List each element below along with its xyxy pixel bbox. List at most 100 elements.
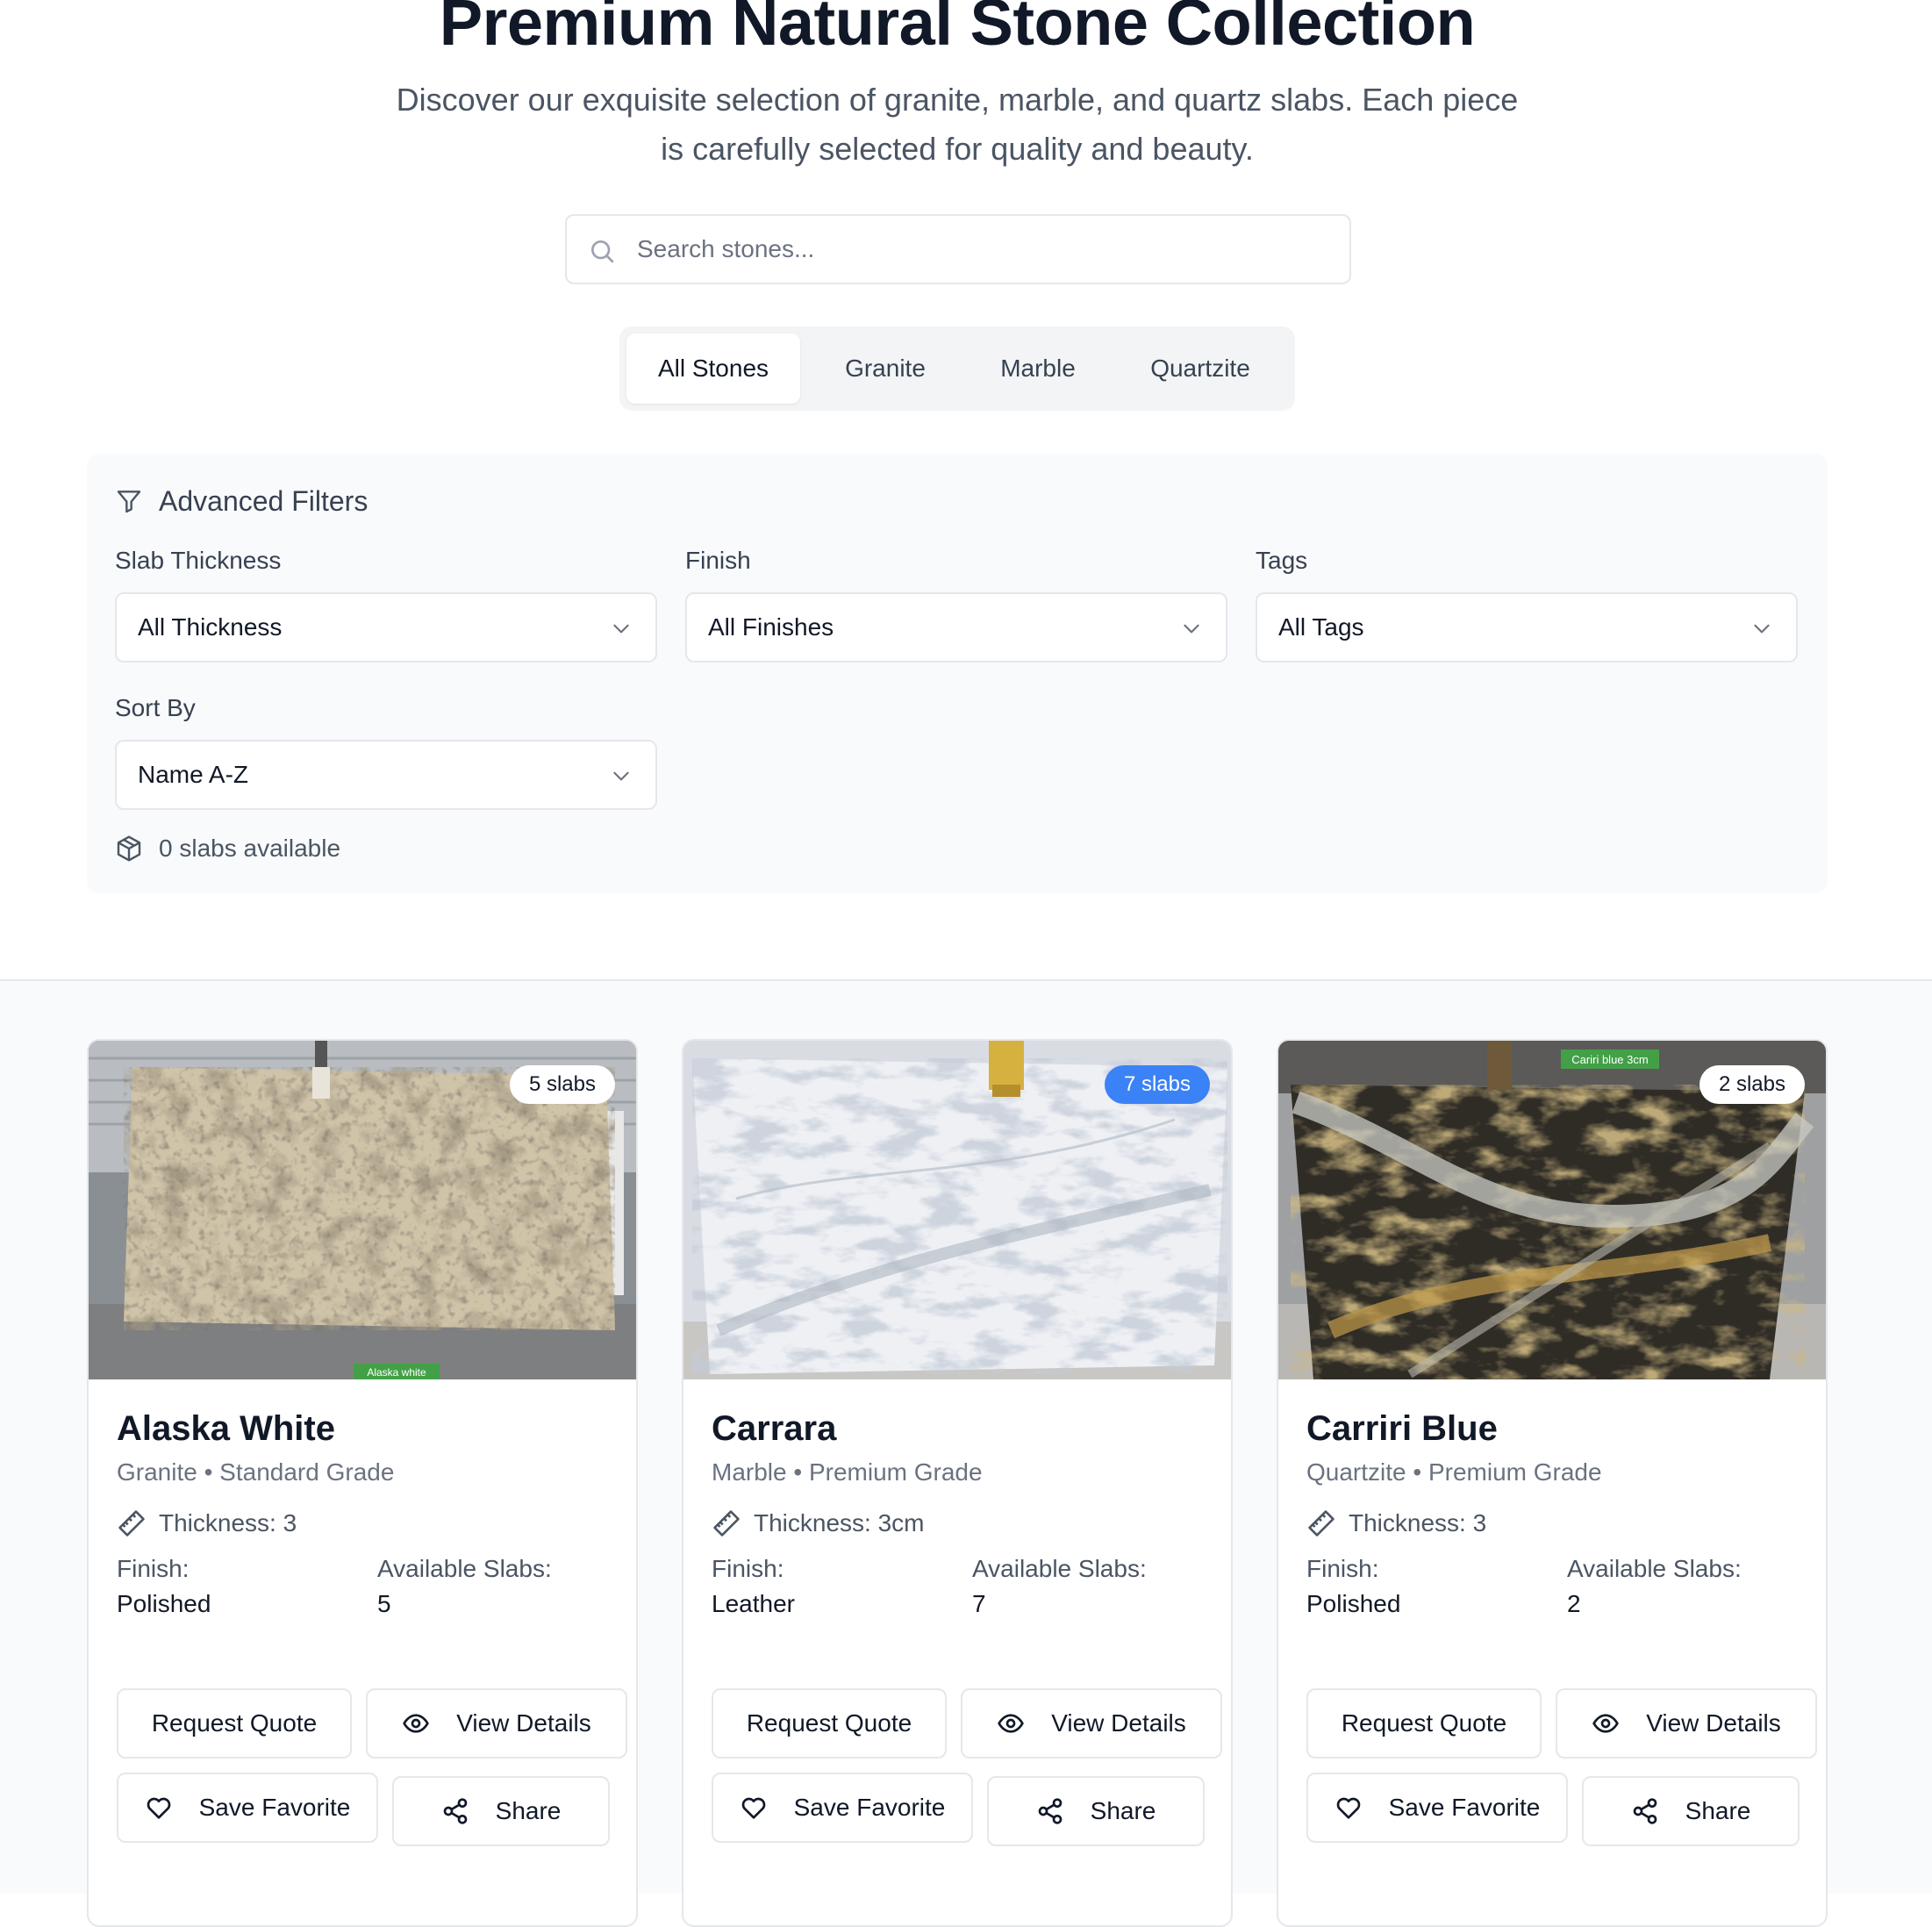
- product-image[interactable]: 7 slabs: [683, 1041, 1231, 1379]
- tab-quartzite[interactable]: Quartzite: [1113, 333, 1288, 404]
- slab-count-badge: 2 slabs: [1699, 1065, 1805, 1104]
- product-thickness: Thickness: 3: [117, 1506, 297, 1541]
- slab-count-text: 0 slabs available: [159, 835, 341, 862]
- save-favorite-label: Save Favorite: [793, 1794, 946, 1821]
- filter-icon: [117, 491, 141, 513]
- tags-value: All Tags: [1278, 613, 1364, 641]
- package-icon: [117, 835, 141, 862]
- finish-key: Finish:: [117, 1555, 190, 1582]
- save-favorite-label: Save Favorite: [1388, 1794, 1541, 1821]
- search-icon: [591, 240, 614, 263]
- product-meta: Marble • Premium Grade: [712, 1458, 983, 1486]
- finish-select[interactable]: All Finishes: [685, 592, 1227, 663]
- product-name[interactable]: Carriri Blue: [1306, 1409, 1498, 1449]
- view-details-button[interactable]: View Details: [1556, 1688, 1817, 1759]
- view-details-button[interactable]: View Details: [961, 1688, 1222, 1759]
- product-card: Alaska white 5 slabs Alaska White Granit…: [87, 1039, 638, 1927]
- share-button[interactable]: Share: [392, 1776, 610, 1846]
- slab-count-badge: 7 slabs: [1104, 1065, 1210, 1104]
- request-quote-button[interactable]: Request Quote: [1306, 1688, 1542, 1759]
- product-name[interactable]: Alaska White: [117, 1409, 335, 1449]
- heart-icon: [1336, 1797, 1360, 1819]
- thickness-text: Thickness: 3cm: [754, 1509, 925, 1537]
- chevron-down-icon: [613, 771, 629, 781]
- chevron-down-icon: [1754, 624, 1770, 634]
- ruler-icon: [1308, 1510, 1335, 1537]
- slabs-key: Available Slabs:: [377, 1555, 552, 1582]
- thickness-text: Thickness: 3: [1349, 1509, 1487, 1537]
- chevron-down-icon: [1184, 624, 1199, 634]
- thickness-text: Thickness: 3: [159, 1509, 297, 1537]
- share-label: Share: [495, 1797, 562, 1824]
- ruler-icon: [713, 1510, 740, 1537]
- heart-icon: [741, 1797, 765, 1819]
- view-details-label: View Details: [1051, 1709, 1186, 1737]
- image-tag: Cariri blue 3cm: [1571, 1053, 1648, 1066]
- product-card: Cariri blue 3cm 2 slabs Carriri Blue Qua…: [1277, 1039, 1828, 1927]
- finish-key: Finish:: [712, 1555, 784, 1582]
- thickness-value: All Thickness: [138, 613, 283, 641]
- view-details-label: View Details: [456, 1709, 591, 1737]
- slab-count: 0 slabs available: [115, 831, 340, 866]
- product-meta: Quartzite • Premium Grade: [1306, 1458, 1602, 1486]
- hero-section: Premium Natural Stone Collection Discove…: [0, 0, 1932, 980]
- search-input[interactable]: [637, 216, 1330, 283]
- tab-granite[interactable]: Granite: [807, 333, 963, 404]
- save-favorite-button[interactable]: Save Favorite: [1306, 1773, 1568, 1843]
- product-card: 7 slabs Carrara Marble • Premium Grade T…: [682, 1039, 1233, 1927]
- finish-key: Finish:: [1306, 1555, 1379, 1582]
- eye-icon: [1592, 1714, 1620, 1733]
- save-favorite-label: Save Favorite: [198, 1794, 351, 1821]
- view-details-button[interactable]: View Details: [366, 1688, 627, 1759]
- sort-select[interactable]: Name A-Z: [115, 740, 657, 810]
- finish-value: All Finishes: [708, 613, 834, 641]
- slabs-value: 7: [972, 1590, 986, 1617]
- eye-icon: [403, 1714, 430, 1733]
- sort-value: Name A-Z: [138, 761, 249, 788]
- product-thickness: Thickness: 3cm: [712, 1506, 925, 1541]
- share-label: Share: [1685, 1797, 1751, 1824]
- share-icon: [443, 1798, 467, 1824]
- tab-marble[interactable]: Marble: [963, 333, 1113, 404]
- ruler-icon: [118, 1510, 145, 1537]
- view-details-label: View Details: [1646, 1709, 1781, 1737]
- slabs-key: Available Slabs:: [972, 1555, 1147, 1582]
- save-favorite-button[interactable]: Save Favorite: [712, 1773, 973, 1843]
- thickness-select[interactable]: All Thickness: [115, 592, 657, 663]
- tab-all-stones[interactable]: All Stones: [626, 333, 800, 404]
- share-button[interactable]: Share: [987, 1776, 1205, 1846]
- request-quote-label: Request Quote: [746, 1709, 912, 1737]
- request-quote-button[interactable]: Request Quote: [117, 1688, 352, 1759]
- product-name[interactable]: Carrara: [712, 1409, 836, 1449]
- share-label: Share: [1090, 1797, 1156, 1824]
- save-favorite-button[interactable]: Save Favorite: [117, 1773, 378, 1843]
- product-image[interactable]: Cariri blue 3cm 2 slabs: [1278, 1041, 1826, 1379]
- finish-value: Polished: [117, 1590, 211, 1617]
- finish-value: Leather: [712, 1590, 795, 1617]
- slabs-value: 2: [1567, 1590, 1581, 1617]
- product-meta: Granite • Standard Grade: [117, 1458, 395, 1486]
- heart-icon: [147, 1797, 170, 1819]
- slab-count-badge: 5 slabs: [509, 1065, 615, 1104]
- sort-label: Sort By: [115, 694, 196, 721]
- finish-label: Finish: [685, 547, 751, 574]
- share-button[interactable]: Share: [1582, 1776, 1800, 1846]
- search-box[interactable]: [565, 214, 1351, 284]
- filters-header: Advanced Filters: [115, 482, 368, 520]
- tags-label: Tags: [1256, 547, 1308, 574]
- chevron-down-icon: [613, 624, 629, 634]
- finish-value: Polished: [1306, 1590, 1401, 1617]
- product-image[interactable]: Alaska white 5 slabs: [89, 1041, 636, 1379]
- advanced-filters-panel: Advanced Filters Slab Thickness All Thic…: [87, 454, 1828, 893]
- slabs-key: Available Slabs:: [1567, 1555, 1742, 1582]
- product-grid: Alaska white 5 slabs Alaska White Granit…: [0, 979, 1932, 1927]
- slabs-value: 5: [377, 1590, 391, 1617]
- request-quote-button[interactable]: Request Quote: [712, 1688, 947, 1759]
- product-thickness: Thickness: 3: [1306, 1506, 1486, 1541]
- tags-select[interactable]: All Tags: [1256, 592, 1798, 663]
- thickness-label: Slab Thickness: [115, 547, 282, 574]
- request-quote-label: Request Quote: [151, 1709, 318, 1737]
- eye-icon: [998, 1714, 1025, 1733]
- page-subtitle: Discover our exquisite selection of gran…: [396, 82, 1519, 167]
- image-tag: Alaska white: [367, 1366, 426, 1379]
